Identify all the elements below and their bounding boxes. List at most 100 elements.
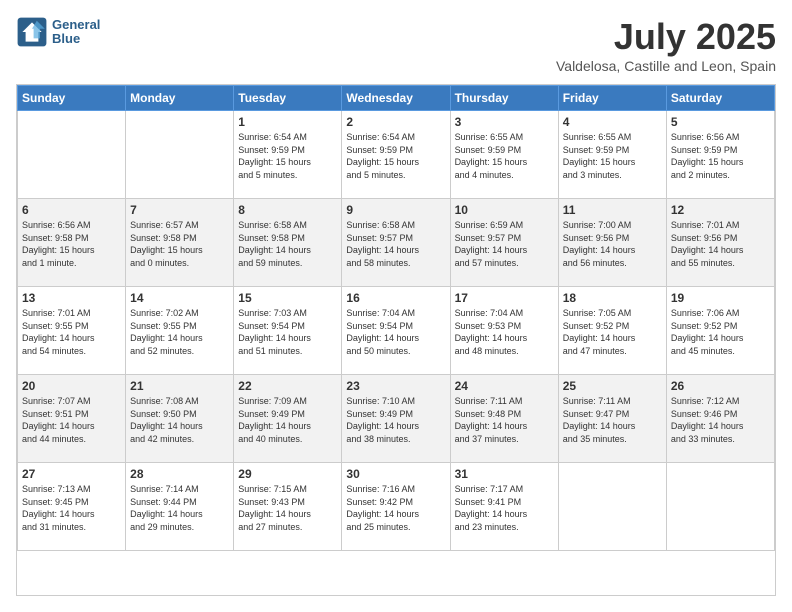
calendar-cell: 28Sunrise: 7:14 AM Sunset: 9:44 PM Dayli… — [126, 463, 234, 551]
calendar-cell: 1 Sunrise: 6:54 AM Sunset: 9:59 PM Daylig… — [234, 111, 342, 199]
calendar-cell: 23 Sunrise: 7:10 AM Sunset: 9:49 PM Dayli… — [342, 375, 450, 463]
day-number: 22 — [238, 379, 337, 393]
day-number: 20 — [22, 379, 121, 393]
day-number: 12 — [671, 203, 770, 217]
calendar-cell — [126, 111, 234, 199]
calendar-week-row: 27 Sunrise: 7:13 AM Sunset: 9:45 PM Dayli… — [18, 463, 775, 551]
day-number: 3 — [455, 115, 554, 129]
calendar-cell: 5 Sunrise: 6:56 AM Sunset: 9:59 PM Daylig… — [666, 111, 774, 199]
logo-icon — [16, 16, 48, 48]
logo-line2: Blue — [52, 32, 100, 46]
day-info: Sunrise: 6:55 AM Sunset: 9:59 PM Dayligh… — [455, 131, 554, 181]
logo-line1: General — [52, 18, 100, 32]
day-info: Sunrise: 7:16 AM Sunset: 9:42 PM Dayligh… — [346, 483, 445, 533]
day-info: Sunrise: 7:10 AM Sunset: 9:49 PM Dayligh… — [346, 395, 445, 445]
day-number: 25 — [563, 379, 662, 393]
calendar-cell: 3 Sunrise: 6:55 AM Sunset: 9:59 PM Daylig… — [450, 111, 558, 199]
page: General Blue July 2025 Valdelosa, Castil… — [0, 0, 792, 612]
calendar-cell — [666, 463, 774, 551]
calendar-cell: 20 Sunrise: 7:07 AM Sunset: 9:51 PM Dayli… — [18, 375, 126, 463]
calendar-table: SundayMondayTuesdayWednesdayThursdayFrid… — [17, 85, 775, 551]
day-number: 2 — [346, 115, 445, 129]
day-number: 21 — [130, 379, 229, 393]
calendar-cell: 21Sunrise: 7:08 AM Sunset: 9:50 PM Dayli… — [126, 375, 234, 463]
day-number: 24 — [455, 379, 554, 393]
calendar-header: SundayMondayTuesdayWednesdayThursdayFrid… — [18, 86, 775, 111]
day-info: Sunrise: 7:00 AM Sunset: 9:56 PM Dayligh… — [563, 219, 662, 269]
day-number: 9 — [346, 203, 445, 217]
logo-text: General Blue — [52, 18, 100, 47]
weekday-header: Monday — [126, 86, 234, 111]
calendar-cell: 18 Sunrise: 7:05 AM Sunset: 9:52 PM Dayli… — [558, 287, 666, 375]
title-block: July 2025 Valdelosa, Castille and Leon, … — [556, 16, 776, 74]
day-info: Sunrise: 6:58 AM Sunset: 9:57 PM Dayligh… — [346, 219, 445, 269]
calendar-cell: 9 Sunrise: 6:58 AM Sunset: 9:57 PM Daylig… — [342, 199, 450, 287]
calendar-cell: 31 Sunrise: 7:17 AM Sunset: 9:41 PM Dayli… — [450, 463, 558, 551]
day-info: Sunrise: 7:17 AM Sunset: 9:41 PM Dayligh… — [455, 483, 554, 533]
weekday-header: Friday — [558, 86, 666, 111]
calendar-cell: 17 Sunrise: 7:04 AM Sunset: 9:53 PM Dayli… — [450, 287, 558, 375]
day-info: Sunrise: 7:11 AM Sunset: 9:48 PM Dayligh… — [455, 395, 554, 445]
calendar-week-row: 20 Sunrise: 7:07 AM Sunset: 9:51 PM Dayli… — [18, 375, 775, 463]
calendar-week-row: 1 Sunrise: 6:54 AM Sunset: 9:59 PM Daylig… — [18, 111, 775, 199]
weekday-row: SundayMondayTuesdayWednesdayThursdayFrid… — [18, 86, 775, 111]
day-info: Sunrise: 7:11 AM Sunset: 9:47 PM Dayligh… — [563, 395, 662, 445]
weekday-header: Wednesday — [342, 86, 450, 111]
calendar-cell: 22 Sunrise: 7:09 AM Sunset: 9:49 PM Dayli… — [234, 375, 342, 463]
day-info: Sunrise: 7:04 AM Sunset: 9:53 PM Dayligh… — [455, 307, 554, 357]
day-info: Sunrise: 6:54 AM Sunset: 9:59 PM Dayligh… — [346, 131, 445, 181]
day-info: Sunrise: 7:07 AM Sunset: 9:51 PM Dayligh… — [22, 395, 121, 445]
day-number: 19 — [671, 291, 770, 305]
day-number: 26 — [671, 379, 770, 393]
day-number: 13 — [22, 291, 121, 305]
day-info: Sunrise: 7:12 AM Sunset: 9:46 PM Dayligh… — [671, 395, 770, 445]
calendar: SundayMondayTuesdayWednesdayThursdayFrid… — [16, 84, 776, 596]
calendar-cell: 30 Sunrise: 7:16 AM Sunset: 9:42 PM Dayli… — [342, 463, 450, 551]
day-number: 10 — [455, 203, 554, 217]
day-info: Sunrise: 6:54 AM Sunset: 9:59 PM Dayligh… — [238, 131, 337, 181]
day-info: Sunrise: 7:02 AM Sunset: 9:55 PM Dayligh… — [130, 307, 229, 357]
day-info: Sunrise: 7:15 AM Sunset: 9:43 PM Dayligh… — [238, 483, 337, 533]
day-number: 5 — [671, 115, 770, 129]
subtitle: Valdelosa, Castille and Leon, Spain — [556, 58, 776, 74]
calendar-cell: 10Sunrise: 6:59 AM Sunset: 9:57 PM Dayli… — [450, 199, 558, 287]
calendar-cell: 2 Sunrise: 6:54 AM Sunset: 9:59 PM Daylig… — [342, 111, 450, 199]
day-info: Sunrise: 7:04 AM Sunset: 9:54 PM Dayligh… — [346, 307, 445, 357]
calendar-week-row: 6Sunrise: 6:56 AM Sunset: 9:58 PM Daylig… — [18, 199, 775, 287]
day-number: 14 — [130, 291, 229, 305]
day-number: 1 — [238, 115, 337, 129]
day-number: 23 — [346, 379, 445, 393]
day-number: 31 — [455, 467, 554, 481]
day-number: 6 — [22, 203, 121, 217]
day-number: 11 — [563, 203, 662, 217]
day-number: 17 — [455, 291, 554, 305]
day-info: Sunrise: 7:14 AM Sunset: 9:44 PM Dayligh… — [130, 483, 229, 533]
calendar-week-row: 13Sunrise: 7:01 AM Sunset: 9:55 PM Dayli… — [18, 287, 775, 375]
calendar-cell: 27 Sunrise: 7:13 AM Sunset: 9:45 PM Dayli… — [18, 463, 126, 551]
calendar-cell: 6Sunrise: 6:56 AM Sunset: 9:58 PM Daylig… — [18, 199, 126, 287]
calendar-cell: 15Sunrise: 7:03 AM Sunset: 9:54 PM Dayli… — [234, 287, 342, 375]
day-number: 27 — [22, 467, 121, 481]
calendar-cell: 11 Sunrise: 7:00 AM Sunset: 9:56 PM Dayli… — [558, 199, 666, 287]
day-number: 18 — [563, 291, 662, 305]
day-number: 7 — [130, 203, 229, 217]
calendar-cell: 16 Sunrise: 7:04 AM Sunset: 9:54 PM Dayli… — [342, 287, 450, 375]
calendar-cell: 12 Sunrise: 7:01 AM Sunset: 9:56 PM Dayli… — [666, 199, 774, 287]
weekday-header: Sunday — [18, 86, 126, 111]
day-number: 16 — [346, 291, 445, 305]
day-info: Sunrise: 7:09 AM Sunset: 9:49 PM Dayligh… — [238, 395, 337, 445]
day-number: 4 — [563, 115, 662, 129]
calendar-body: 1 Sunrise: 6:54 AM Sunset: 9:59 PM Daylig… — [18, 111, 775, 551]
calendar-cell: 29 Sunrise: 7:15 AM Sunset: 9:43 PM Dayli… — [234, 463, 342, 551]
day-info: Sunrise: 7:05 AM Sunset: 9:52 PM Dayligh… — [563, 307, 662, 357]
day-number: 8 — [238, 203, 337, 217]
day-info: Sunrise: 7:01 AM Sunset: 9:56 PM Dayligh… — [671, 219, 770, 269]
calendar-cell: 8Sunrise: 6:58 AM Sunset: 9:58 PM Daylig… — [234, 199, 342, 287]
day-number: 29 — [238, 467, 337, 481]
day-info: Sunrise: 7:03 AM Sunset: 9:54 PM Dayligh… — [238, 307, 337, 357]
day-info: Sunrise: 6:56 AM Sunset: 9:59 PM Dayligh… — [671, 131, 770, 181]
calendar-cell: 24 Sunrise: 7:11 AM Sunset: 9:48 PM Dayli… — [450, 375, 558, 463]
day-info: Sunrise: 7:13 AM Sunset: 9:45 PM Dayligh… — [22, 483, 121, 533]
day-number: 30 — [346, 467, 445, 481]
header: General Blue July 2025 Valdelosa, Castil… — [16, 16, 776, 74]
